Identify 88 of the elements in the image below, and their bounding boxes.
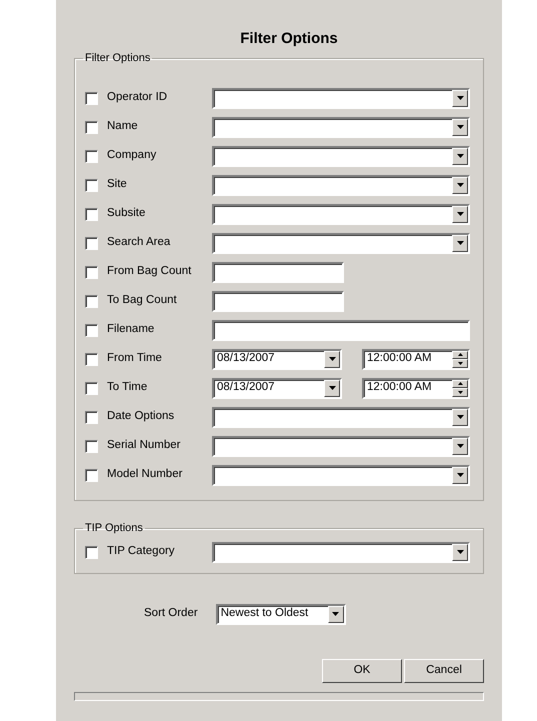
combo-box[interactable] [212, 464, 470, 486]
caret-icon [328, 357, 336, 361]
combo-box[interactable] [212, 88, 470, 108]
dropdown-button[interactable] [452, 176, 468, 194]
checkbox[interactable] [85, 120, 98, 134]
dropdown-button[interactable] [324, 380, 340, 396]
checkbox[interactable] [85, 410, 98, 424]
checkbox-label: Date Options [107, 409, 176, 424]
checkbox-label: From Time [107, 351, 163, 366]
checkbox[interactable] [85, 236, 98, 250]
spin-down-button[interactable] [452, 388, 468, 396]
spin-up-button[interactable] [452, 350, 468, 359]
checkbox-label: Subsite [107, 206, 146, 222]
dropdown-button[interactable] [328, 606, 344, 622]
time-field[interactable]: 12:00:00 AM [362, 348, 470, 370]
checkbox[interactable] [85, 208, 98, 220]
checkbox[interactable] [85, 440, 98, 452]
checkbox-label: Name [107, 119, 139, 134]
combo-box[interactable] [212, 436, 470, 456]
checkbox-label: Site [107, 177, 128, 192]
dropdown-button[interactable] [452, 118, 468, 136]
combo-box[interactable] [212, 542, 470, 562]
dropdown-button[interactable] [452, 234, 468, 252]
combo-box[interactable] [212, 174, 470, 196]
checkbox-label: Search Area [107, 235, 172, 250]
checkbox[interactable] [85, 468, 98, 482]
sort-order-label: Sort Order [144, 606, 198, 622]
sort-order-dropdown[interactable]: Newest to Oldest [216, 604, 346, 624]
combo-box[interactable] [212, 232, 470, 254]
caret-icon [456, 473, 464, 477]
checkbox-label: Company [107, 148, 158, 164]
date-picker[interactable]: 08/13/2007 [212, 378, 342, 398]
checkbox-label: To Bag Count [107, 293, 178, 308]
dropdown-button[interactable] [452, 148, 468, 164]
checkbox[interactable] [85, 382, 98, 394]
dropdown-button[interactable] [452, 206, 468, 222]
dropdown-button[interactable] [452, 90, 468, 106]
caret-icon [456, 444, 464, 448]
dialog-button[interactable]: OK [322, 658, 402, 682]
combo-box[interactable] [212, 146, 470, 166]
caret-icon [456, 125, 464, 129]
combo-box[interactable] [212, 406, 470, 428]
dropdown-button[interactable] [452, 438, 468, 454]
spin-up-button[interactable] [452, 380, 468, 388]
caret-icon [456, 212, 464, 216]
group-label: TIP Options [84, 522, 144, 534]
checkbox-label: Filename [107, 322, 156, 338]
caret-icon [456, 415, 464, 419]
caret-icon [456, 183, 464, 187]
caret-icon [456, 96, 464, 100]
checkbox[interactable] [85, 294, 98, 308]
checkbox-label: From Bag Count [107, 264, 192, 280]
checkbox-label: Serial Number [107, 438, 182, 454]
group-label: Filter Options [84, 52, 152, 64]
dropdown-button[interactable] [452, 466, 468, 484]
caret-icon [456, 154, 464, 158]
checkbox[interactable] [85, 92, 98, 104]
up-arrow-icon [458, 382, 462, 386]
down-arrow-icon [458, 390, 462, 394]
text-field[interactable] [212, 320, 470, 340]
time-field[interactable]: 12:00:00 AM [362, 378, 470, 398]
caret-icon [456, 241, 464, 245]
caret-icon [456, 550, 464, 554]
checkbox[interactable] [85, 150, 98, 162]
spin-down-button[interactable] [452, 359, 468, 368]
combo-box[interactable] [212, 204, 470, 224]
text-field[interactable] [212, 290, 344, 312]
checkbox[interactable] [85, 546, 98, 558]
checkbox[interactable] [85, 266, 98, 278]
dropdown-button[interactable] [452, 408, 468, 426]
date-picker[interactable]: 08/13/2007 [212, 348, 342, 370]
dialog-title: Filter Options [239, 29, 339, 49]
up-arrow-icon [458, 353, 462, 356]
checkbox-label: To Time [107, 380, 148, 396]
dialog-button[interactable]: Cancel [404, 658, 484, 682]
checkbox[interactable] [85, 324, 98, 336]
checkbox-label: Operator ID [107, 90, 168, 106]
checkbox-label: Model Number [107, 467, 184, 482]
caret-icon [328, 386, 336, 390]
dropdown-button[interactable] [324, 350, 340, 368]
caret-icon [332, 612, 340, 616]
checkbox[interactable] [85, 178, 98, 192]
text-field[interactable] [212, 262, 344, 282]
checkbox[interactable] [85, 352, 98, 366]
dropdown-button[interactable] [452, 544, 468, 560]
combo-box[interactable] [212, 116, 470, 138]
down-arrow-icon [458, 362, 462, 365]
checkbox-label: TIP Category [107, 544, 176, 560]
